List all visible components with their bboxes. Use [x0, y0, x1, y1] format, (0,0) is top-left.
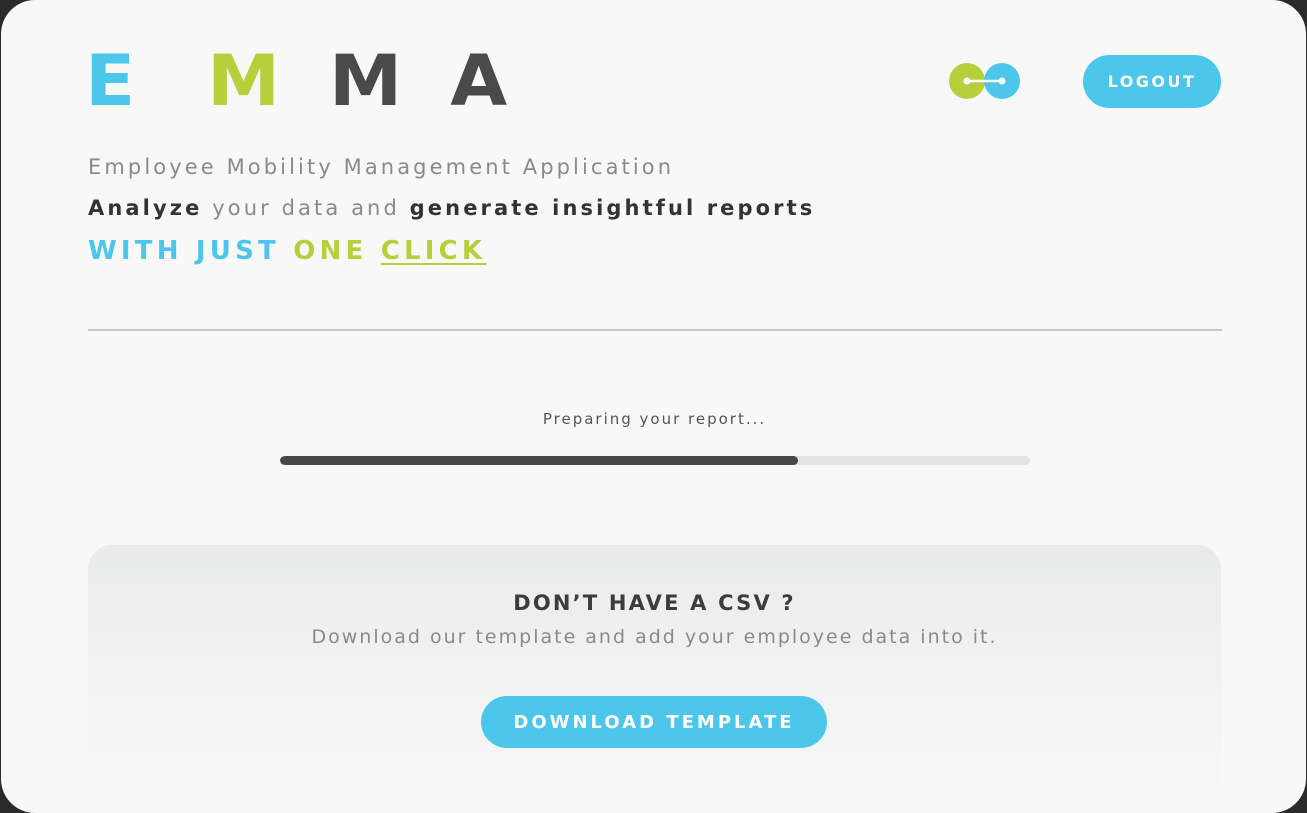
csv-panel-title: DON’T HAVE A CSV ? [513, 591, 796, 615]
logout-button[interactable]: LOGOUT [1083, 55, 1221, 108]
tagline-generate-reports: generate insightful reports [409, 196, 816, 220]
progress-bar [280, 456, 1030, 465]
logo-letter-a: A [450, 40, 508, 122]
logo-letter-m-green: M [206, 40, 281, 122]
tagline-analyze-word: Analyze [88, 196, 203, 220]
csv-template-panel: DON’T HAVE A CSV ? Download our template… [88, 545, 1221, 813]
progress-status-text: Preparing your report... [542, 410, 767, 428]
download-template-button[interactable]: DOWNLOAD TEMPLATE [481, 696, 827, 748]
tagline-analyze: Analyze your data and generate insightfu… [88, 196, 815, 220]
click-link[interactable]: CLICK [381, 236, 487, 266]
tagline-your-data: your data and [202, 196, 410, 220]
tagline-one: ONE [293, 236, 381, 266]
tagline-one-click: WITH JUST ONE CLICK [88, 236, 486, 266]
connection-toggle-icon[interactable] [947, 60, 1023, 102]
app-window: E M M A LOGOUT Employee Mobility Managem… [1, 0, 1306, 813]
tagline-with-just: WITH JUST [88, 236, 294, 266]
progress-bar-fill [280, 456, 798, 465]
emma-logo: E M M A [84, 40, 522, 122]
app-subtitle: Employee Mobility Management Application [88, 155, 675, 179]
logo-letter-e: E [84, 40, 136, 122]
logo-letter-m-dark: M [329, 40, 403, 122]
csv-panel-description: Download our template and add your emplo… [311, 626, 998, 648]
section-divider [88, 329, 1222, 331]
